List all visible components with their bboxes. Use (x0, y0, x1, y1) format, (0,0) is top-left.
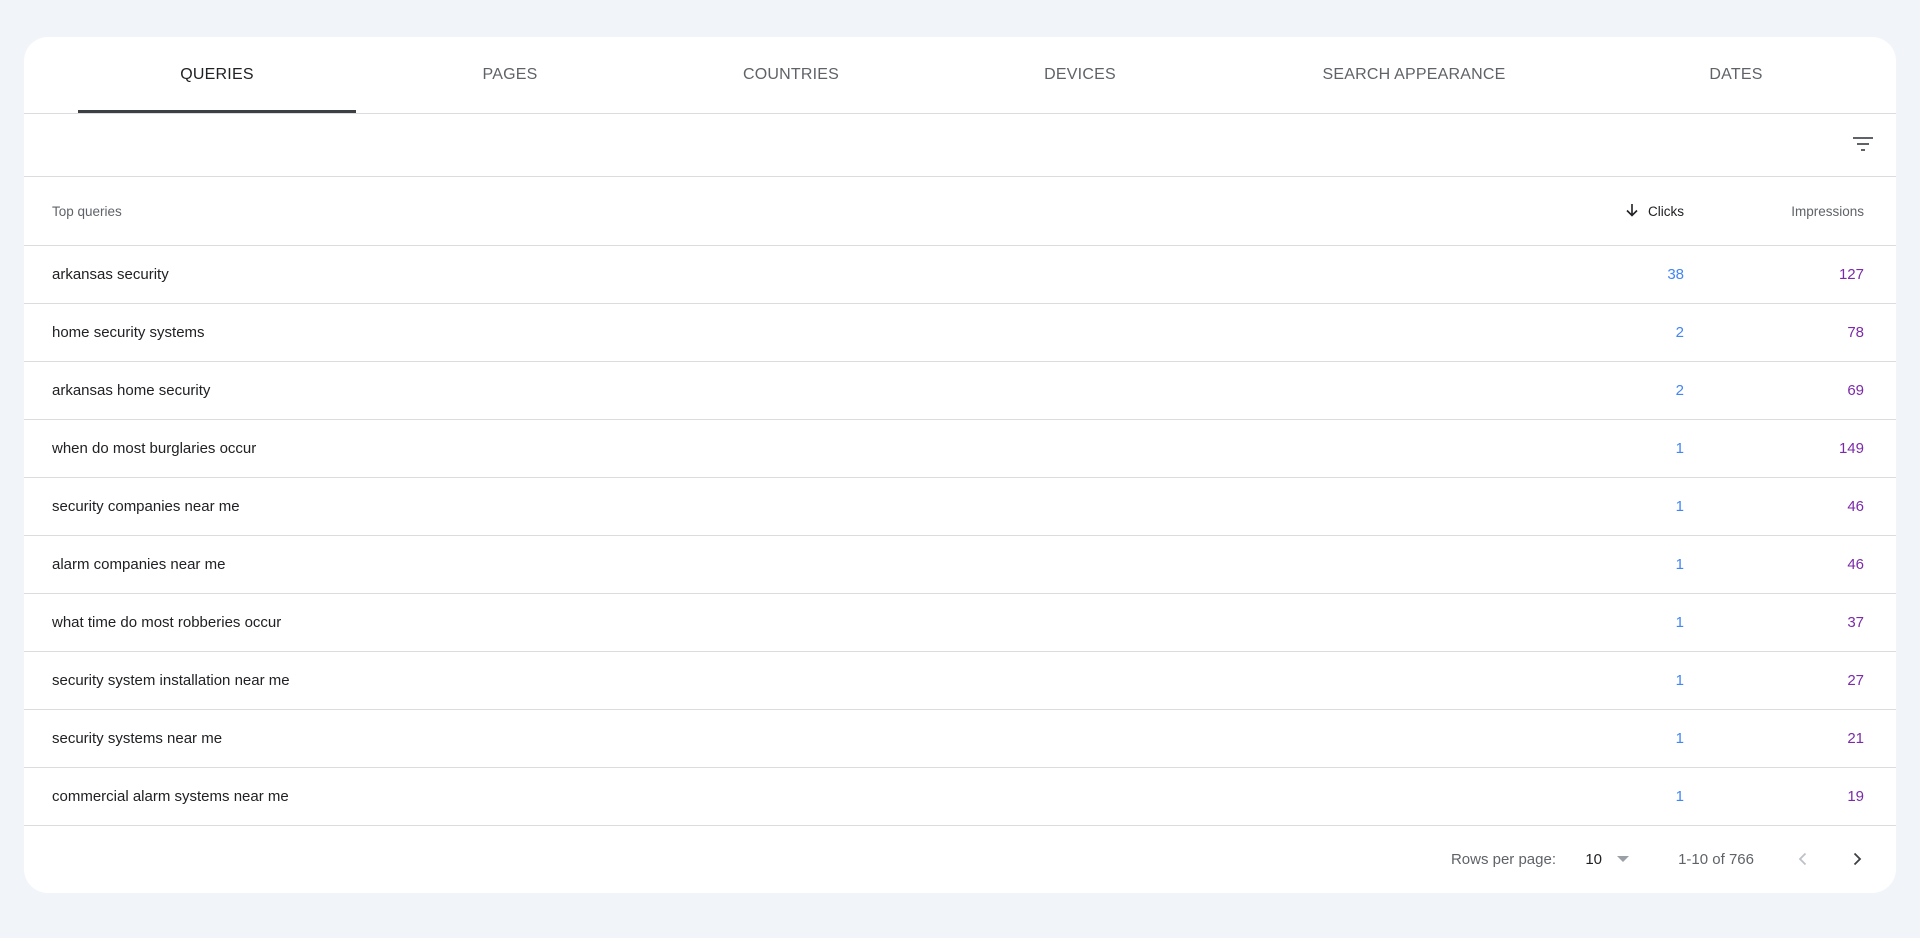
rows-per-page-label: Rows per page: (1450, 850, 1556, 868)
table-row[interactable]: arkansas home security 2 69 (24, 362, 1896, 420)
impressions-cell: 37 (1847, 614, 1864, 631)
tab-queries[interactable]: QUERIES (78, 37, 356, 113)
query-cell: commercial alarm systems near me (52, 788, 289, 805)
clicks-cell: 2 (1675, 324, 1684, 341)
tab-devices[interactable]: DEVICES (982, 37, 1178, 113)
query-cell: arkansas security (52, 266, 169, 283)
rows-per-page-value: 10 (1585, 850, 1602, 868)
clicks-cell: 1 (1675, 788, 1684, 805)
table-toolbar (24, 114, 1896, 177)
table-row[interactable]: security system installation near me 1 2… (24, 652, 1896, 710)
query-cell: security companies near me (52, 498, 240, 515)
clicks-cell: 2 (1675, 382, 1684, 399)
page-range: 1-10 of 766 (1678, 850, 1754, 868)
impressions-cell: 27 (1847, 672, 1864, 689)
query-cell: security systems near me (52, 730, 223, 747)
performance-table-card: QUERIES PAGES COUNTRIES DEVICES SEARCH A… (24, 37, 1896, 893)
impressions-cell: 127 (1838, 266, 1864, 283)
clicks-cell: 1 (1675, 440, 1684, 457)
table-body: arkansas security 38 127 home security s… (24, 246, 1896, 826)
impressions-cell: 19 (1847, 788, 1864, 805)
clicks-cell: 1 (1675, 556, 1684, 573)
dimension-tabs: QUERIES PAGES COUNTRIES DEVICES SEARCH A… (24, 37, 1896, 114)
table-row[interactable]: home security systems 2 78 (24, 304, 1896, 362)
impressions-cell: 46 (1847, 498, 1864, 515)
chevron-right-icon[interactable] (1842, 844, 1872, 874)
rows-per-page-select[interactable]: 10 (1585, 826, 1630, 892)
query-cell: home security systems (52, 324, 205, 341)
tab-dates[interactable]: DATES (1622, 37, 1850, 113)
table-row[interactable]: commercial alarm systems near me 1 19 (24, 768, 1896, 826)
chevron-left-icon[interactable] (1788, 844, 1818, 874)
query-cell: when do most burglaries occur (52, 440, 257, 457)
table-header: Top queries Clicks Impressions (24, 177, 1896, 246)
pagination: Rows per page: 10 1-10 of 766 (24, 826, 1896, 892)
tab-search-appearance[interactable]: SEARCH APPEARANCE (1264, 37, 1564, 113)
dropdown-arrow-icon (1616, 851, 1630, 868)
filter-list-icon[interactable] (1848, 129, 1878, 159)
header-impressions[interactable]: Impressions (1791, 177, 1864, 245)
arrow-down-icon (1624, 202, 1640, 221)
impressions-cell: 149 (1838, 440, 1864, 457)
header-clicks-label: Clicks (1648, 203, 1684, 219)
table-row[interactable]: when do most burglaries occur 1 149 (24, 420, 1896, 478)
query-cell: security system installation near me (52, 672, 290, 689)
tab-countries[interactable]: COUNTRIES (684, 37, 898, 113)
impressions-cell: 21 (1847, 730, 1864, 747)
query-cell: what time do most robberies occur (52, 614, 282, 631)
clicks-cell: 1 (1675, 498, 1684, 515)
query-cell: alarm companies near me (52, 556, 226, 573)
table-row[interactable]: what time do most robberies occur 1 37 (24, 594, 1896, 652)
table-row[interactable]: alarm companies near me 1 46 (24, 536, 1896, 594)
clicks-cell: 1 (1675, 614, 1684, 631)
active-tab-indicator (78, 110, 356, 113)
impressions-cell: 46 (1847, 556, 1864, 573)
impressions-cell: 69 (1847, 382, 1864, 399)
impressions-cell: 78 (1847, 324, 1864, 341)
header-clicks[interactable]: Clicks (1624, 177, 1684, 245)
clicks-cell: 1 (1675, 730, 1684, 747)
table-row[interactable]: security companies near me 1 46 (24, 478, 1896, 536)
tab-pages[interactable]: PAGES (424, 37, 596, 113)
clicks-cell: 38 (1667, 266, 1684, 283)
table-row[interactable]: arkansas security 38 127 (24, 246, 1896, 304)
query-cell: arkansas home security (52, 382, 211, 399)
header-top-queries: Top queries (52, 203, 122, 219)
table-row[interactable]: security systems near me 1 21 (24, 710, 1896, 768)
clicks-cell: 1 (1675, 672, 1684, 689)
